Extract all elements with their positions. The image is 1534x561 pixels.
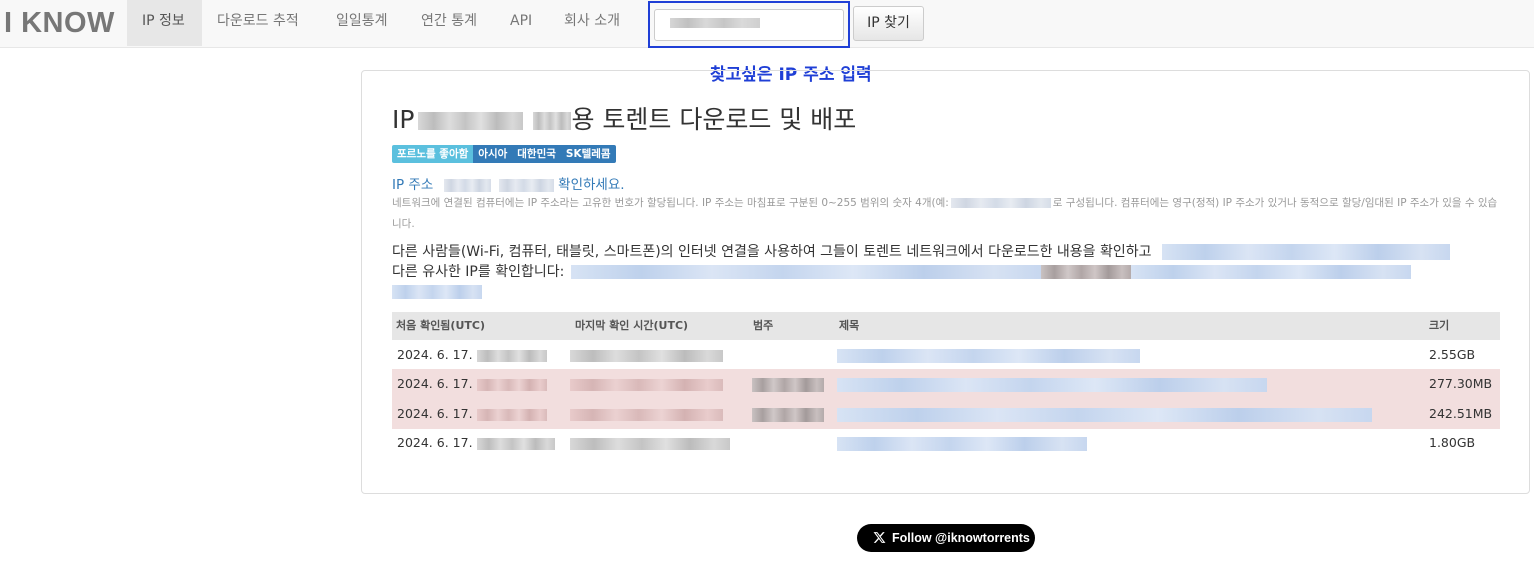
cell-last-seen bbox=[570, 428, 730, 458]
nav-item-daily-stats[interactable]: 일일통계 bbox=[321, 0, 403, 46]
cell-category bbox=[752, 369, 824, 399]
redacted-example-ip bbox=[950, 198, 1051, 208]
table-row: 2024. 6. 17. 277.30MB bbox=[392, 369, 1500, 399]
redacted-title[interactable] bbox=[837, 436, 1087, 451]
th-size[interactable]: 크기 bbox=[1426, 312, 1500, 340]
redacted-title[interactable] bbox=[837, 377, 1267, 392]
twitter-follow-button[interactable]: Follow @iknowtorrents bbox=[857, 524, 1035, 552]
th-first-seen[interactable]: 처음 확인됨(UTC) bbox=[392, 312, 569, 340]
cell-category bbox=[752, 399, 824, 429]
page-title: IP 용 토렌트 다운로드 및 배포 bbox=[392, 100, 856, 136]
cell-size: 242.51MB bbox=[1429, 406, 1493, 421]
tag-label[interactable]: 대한민국 bbox=[512, 145, 561, 163]
cell-title bbox=[837, 340, 1140, 370]
ip-line-prefix: IP 주소 bbox=[392, 177, 434, 193]
redacted-time bbox=[476, 437, 555, 450]
nav-item-about[interactable]: 회사 소개 bbox=[549, 0, 635, 46]
brand-logo[interactable]: I KNOW bbox=[4, 7, 115, 40]
cell-first-seen: 2024. 6. 17. bbox=[397, 369, 547, 399]
redacted-category[interactable] bbox=[752, 407, 824, 422]
ip-check-line: IP 주소 확인하세요. bbox=[392, 173, 625, 193]
redacted-time bbox=[476, 378, 547, 391]
th-category[interactable]: 범주 bbox=[750, 312, 836, 340]
nav-item-ip-info[interactable]: IP 정보 bbox=[127, 0, 202, 46]
cell-title bbox=[837, 428, 1087, 458]
date-text: 2024. 6. 17. bbox=[397, 435, 477, 450]
navbar: I KNOW IP 정보 다운로드 추적 일일통계 연간 통계 API 회사 소… bbox=[0, 0, 1534, 48]
nav-item-yearly-stats[interactable]: 연간 통계 bbox=[406, 0, 492, 46]
lead-text-part: 다른 유사한 IP를 확인합니다: bbox=[392, 264, 565, 280]
redacted-links[interactable] bbox=[570, 265, 1041, 279]
cell-first-seen: 2024. 6. 17. bbox=[397, 399, 547, 429]
redacted-ip-value bbox=[670, 18, 760, 28]
cell-last-seen bbox=[570, 399, 723, 429]
tag-labels: 포르노를 좋아함 아시아 대한민국 SK텔레콤 bbox=[392, 145, 616, 163]
redacted-link[interactable] bbox=[1161, 244, 1450, 260]
cell-title bbox=[837, 369, 1267, 399]
cell-size: 277.30MB bbox=[1429, 376, 1493, 391]
redacted-time bbox=[476, 408, 547, 421]
tag-label[interactable]: 포르노를 좋아함 bbox=[392, 145, 474, 163]
date-text: 2024. 6. 17. bbox=[397, 347, 477, 362]
date-text: 2024. 6. 17. bbox=[397, 376, 477, 391]
desc-text: 네트워크에 연결된 컴퓨터에는 IP 주소라는 고유한 번호가 할당됩니다. I… bbox=[392, 197, 949, 209]
redacted-ip bbox=[498, 178, 554, 192]
redacted-ip bbox=[443, 178, 491, 192]
redacted-title[interactable] bbox=[837, 348, 1140, 363]
title-prefix: IP bbox=[392, 105, 415, 134]
cell-first-seen: 2024. 6. 17. bbox=[397, 428, 555, 458]
title-suffix: 용 토렌트 다운로드 및 배포 bbox=[571, 105, 857, 134]
table-row: 2024. 6. 17. 2.55GB bbox=[392, 340, 1500, 370]
date-text: 2024. 6. 17. bbox=[397, 406, 477, 421]
th-last-seen[interactable]: 마지막 확인 시간(UTC) bbox=[569, 312, 750, 340]
redacted-links[interactable] bbox=[1040, 265, 1131, 279]
ip-line-suffix: 확인하세요. bbox=[558, 177, 625, 193]
lead-text: 다른 사람들(Wi-Fi, 컴퓨터, 태블릿, 스마트폰)의 인터넷 연결을 사… bbox=[392, 242, 1502, 302]
x-logo-icon bbox=[873, 531, 886, 543]
nav-item-api[interactable]: API bbox=[495, 0, 547, 46]
cell-last-seen bbox=[570, 340, 723, 370]
th-title[interactable]: 제목 bbox=[836, 312, 1426, 340]
redacted-ip bbox=[418, 112, 524, 130]
cell-first-seen: 2024. 6. 17. bbox=[397, 340, 547, 370]
find-ip-button[interactable]: IP 찾기 bbox=[853, 6, 924, 41]
download-table: 처음 확인됨(UTC) 마지막 확인 시간(UTC) 범주 제목 크기 2024… bbox=[392, 312, 1500, 458]
redacted-links[interactable] bbox=[392, 285, 482, 299]
ip-description: 네트워크에 연결된 컴퓨터에는 IP 주소라는 고유한 번호가 할당됩니다. I… bbox=[392, 193, 1502, 235]
tag-label[interactable]: 아시아 bbox=[473, 145, 513, 163]
search-highlight-box bbox=[648, 1, 850, 48]
table-row: 2024. 6. 17. 242.51MB bbox=[392, 399, 1500, 429]
redacted-time bbox=[570, 378, 723, 391]
redacted-links[interactable] bbox=[1130, 265, 1411, 279]
redacted-time bbox=[570, 437, 730, 450]
redacted-time bbox=[476, 349, 547, 362]
cell-title bbox=[837, 399, 1372, 429]
table-header-row: 처음 확인됨(UTC) 마지막 확인 시간(UTC) 범주 제목 크기 bbox=[392, 312, 1500, 340]
cell-size: 2.55GB bbox=[1429, 347, 1476, 362]
redacted-ip bbox=[533, 112, 572, 130]
cell-size: 1.80GB bbox=[1429, 435, 1476, 450]
redacted-time bbox=[570, 408, 723, 421]
follow-label: Follow @iknowtorrents bbox=[892, 531, 1030, 545]
table-row: 2024. 6. 17. 1.80GB bbox=[392, 428, 1500, 458]
cell-last-seen bbox=[570, 369, 723, 399]
redacted-title[interactable] bbox=[837, 407, 1372, 422]
nav-item-download-tracking[interactable]: 다운로드 추적 bbox=[202, 0, 314, 46]
redacted-time bbox=[570, 349, 723, 362]
redacted-category[interactable] bbox=[752, 377, 824, 392]
tag-label[interactable]: SK텔레콤 bbox=[560, 145, 616, 163]
lead-text-part: 다른 사람들(Wi-Fi, 컴퓨터, 태블릿, 스마트폰)의 인터넷 연결을 사… bbox=[392, 244, 1152, 260]
